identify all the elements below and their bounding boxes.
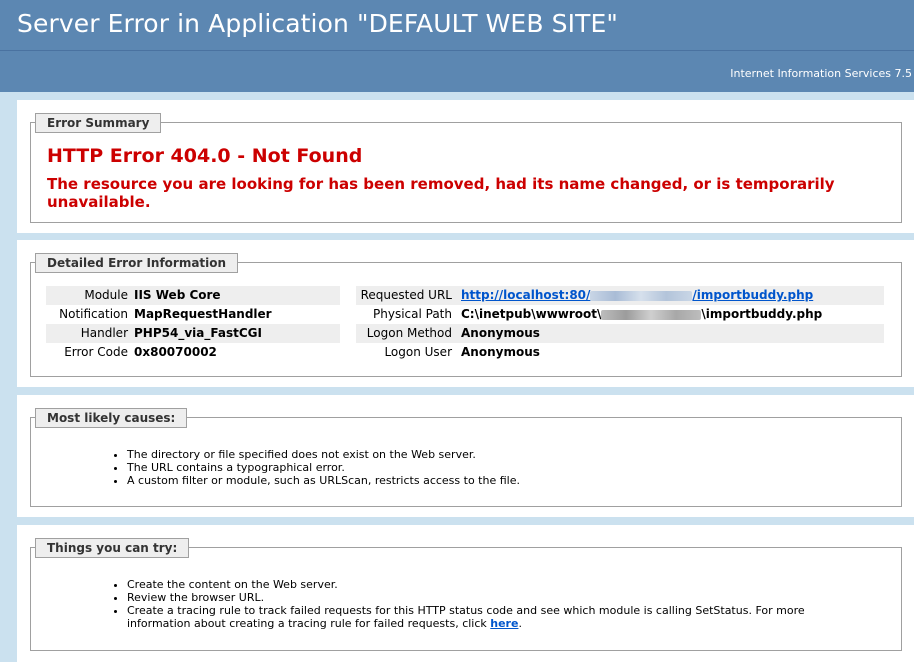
detail-row-logon-method: Logon Method Anonymous xyxy=(356,324,884,343)
detail-value: C:\inetpub\wwwroot\ \importbuddy.php xyxy=(461,305,822,324)
detail-row-requested-url: Requested URL http://localhost:80/ /impor… xyxy=(356,286,884,305)
detail-row-handler: Handler PHP54_via_FastCGI xyxy=(46,324,340,343)
list-item: Review the browser URL. xyxy=(127,591,827,604)
detail-label: Handler xyxy=(80,326,128,340)
causes-box: Most likely causes: The directory or fil… xyxy=(30,408,902,507)
tracing-rule-text: Create a tracing rule to track failed re… xyxy=(127,604,805,630)
list-item: The URL contains a typographical error. xyxy=(127,461,827,474)
url-prefix: http://localhost:80/ xyxy=(461,288,591,302)
tracing-rule-end: . xyxy=(518,617,522,630)
detail-value: PHP54_via_FastCGI xyxy=(134,326,262,340)
detailed-info-section: Detailed Error Information Module IIS We… xyxy=(17,240,914,387)
path-prefix: C:\inetpub\wwwroot\ xyxy=(461,307,602,321)
redacted-blur xyxy=(590,290,693,301)
detailed-info-legend: Detailed Error Information xyxy=(35,253,239,273)
detail-row-notification: Notification MapRequestHandler xyxy=(46,305,340,324)
server-name: Internet Information Services 7.5 xyxy=(730,67,912,80)
detailed-info-box: Detailed Error Information Module IIS We… xyxy=(30,253,902,377)
detail-row-physical-path: Physical Path C:\inetpub\wwwroot\ \import… xyxy=(356,305,884,324)
detail-label: Module xyxy=(84,288,128,302)
page-title: Server Error in Application "DEFAULT WEB… xyxy=(17,9,618,38)
detail-value: Anonymous xyxy=(461,326,540,340)
causes-legend: Most likely causes: xyxy=(35,408,188,428)
list-item: Create a tracing rule to track failed re… xyxy=(127,604,827,630)
detail-value: IIS Web Core xyxy=(134,288,221,302)
redacted-blur xyxy=(601,309,702,320)
detail-value: Anonymous xyxy=(461,345,540,359)
error-summary-box: Error Summary HTTP Error 404.0 - Not Fou… xyxy=(30,113,902,223)
page-header: Server Error in Application "DEFAULT WEB… xyxy=(0,0,914,50)
path-suffix: \importbuddy.php xyxy=(701,307,823,321)
detail-label: Physical Path xyxy=(373,307,452,321)
detail-label: Error Code xyxy=(64,345,128,359)
error-summary-section: Error Summary HTTP Error 404.0 - Not Fou… xyxy=(17,100,914,233)
error-title: HTTP Error 404.0 - Not Found xyxy=(47,145,363,167)
detail-label: Logon User xyxy=(384,345,452,359)
detail-value: MapRequestHandler xyxy=(134,307,272,321)
causes-list: The directory or file specified does not… xyxy=(31,448,827,487)
page-subheader: Internet Information Services 7.5 xyxy=(0,50,914,92)
error-summary-legend: Error Summary xyxy=(35,113,162,133)
detail-label: Notification xyxy=(59,307,128,321)
list-item: The directory or file specified does not… xyxy=(127,448,827,461)
list-item: A custom filter or module, such as URLSc… xyxy=(127,474,827,487)
requested-url-link[interactable]: http://localhost:80/ /importbuddy.php xyxy=(461,288,813,302)
detail-label: Logon Method xyxy=(366,326,452,340)
causes-section: Most likely causes: The directory or fil… xyxy=(17,395,914,517)
detail-row-error-code: Error Code 0x80070002 xyxy=(46,343,340,362)
detail-value: http://localhost:80/ /importbuddy.php xyxy=(461,286,813,305)
here-link[interactable]: here xyxy=(490,617,518,630)
try-box: Things you can try: Create the content o… xyxy=(30,538,902,651)
list-item: Create the content on the Web server. xyxy=(127,578,827,591)
try-list: Create the content on the Web server. Re… xyxy=(31,578,827,630)
try-legend: Things you can try: xyxy=(35,538,190,558)
detail-row-logon-user: Logon User Anonymous xyxy=(356,343,884,362)
detail-value: 0x80070002 xyxy=(134,345,217,359)
url-suffix: /importbuddy.php xyxy=(692,288,814,302)
error-description: The resource you are looking for has bee… xyxy=(47,175,835,211)
detail-row-module: Module IIS Web Core xyxy=(46,286,340,305)
detail-label: Requested URL xyxy=(360,288,452,302)
try-section: Things you can try: Create the content o… xyxy=(17,525,914,662)
